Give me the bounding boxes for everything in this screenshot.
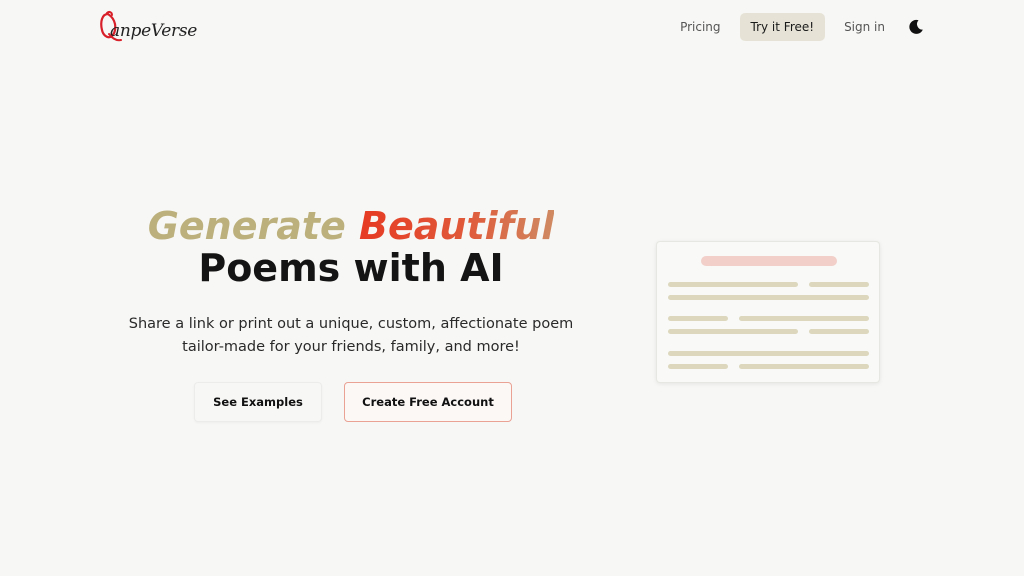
try-free-button[interactable]: Try it Free! <box>739 13 826 41</box>
moon-icon[interactable] <box>908 19 924 35</box>
create-free-account-button[interactable]: Create Free Account <box>344 382 512 422</box>
top-nav: Pricing Try it Free! Sign in <box>680 13 924 41</box>
see-examples-button[interactable]: See Examples <box>194 382 322 422</box>
hero-section: Generate Beautiful Poems with AI Share a… <box>120 205 582 359</box>
site-header: anpeVerse Pricing Try it Free! Sign in <box>0 0 1024 56</box>
nav-sign-in-link[interactable]: Sign in <box>844 20 885 34</box>
illustration-line <box>739 316 869 321</box>
headline-poems-with-ai: Poems with AI <box>198 246 504 290</box>
hero-subtitle: Share a link or print out a unique, cust… <box>120 313 582 359</box>
brand-name: anpeVerse <box>110 21 198 41</box>
illustration-title-bar <box>701 256 837 266</box>
hero-headline: Generate Beautiful Poems with AI <box>120 205 582 289</box>
illustration-line <box>668 295 869 300</box>
illustration-line <box>668 364 728 369</box>
illustration-line <box>809 282 869 287</box>
illustration-line <box>668 351 869 356</box>
hero-actions: See Examples Create Free Account <box>194 382 512 422</box>
subtitle-line-1: Share a link or print out a unique, cust… <box>128 316 574 332</box>
nav-pricing-link[interactable]: Pricing <box>680 20 720 34</box>
illustration-line <box>739 364 869 369</box>
subtitle-line-2: tailor-made for your friends, family, an… <box>182 339 520 355</box>
poem-document-illustration <box>656 241 880 383</box>
headline-beautiful: Beautiful <box>359 204 555 248</box>
illustration-line <box>668 282 798 287</box>
brand-logo[interactable]: anpeVerse <box>98 10 198 44</box>
illustration-line <box>809 329 869 334</box>
illustration-line <box>668 316 728 321</box>
illustration-line <box>668 329 798 334</box>
headline-generate: Generate <box>147 204 346 248</box>
